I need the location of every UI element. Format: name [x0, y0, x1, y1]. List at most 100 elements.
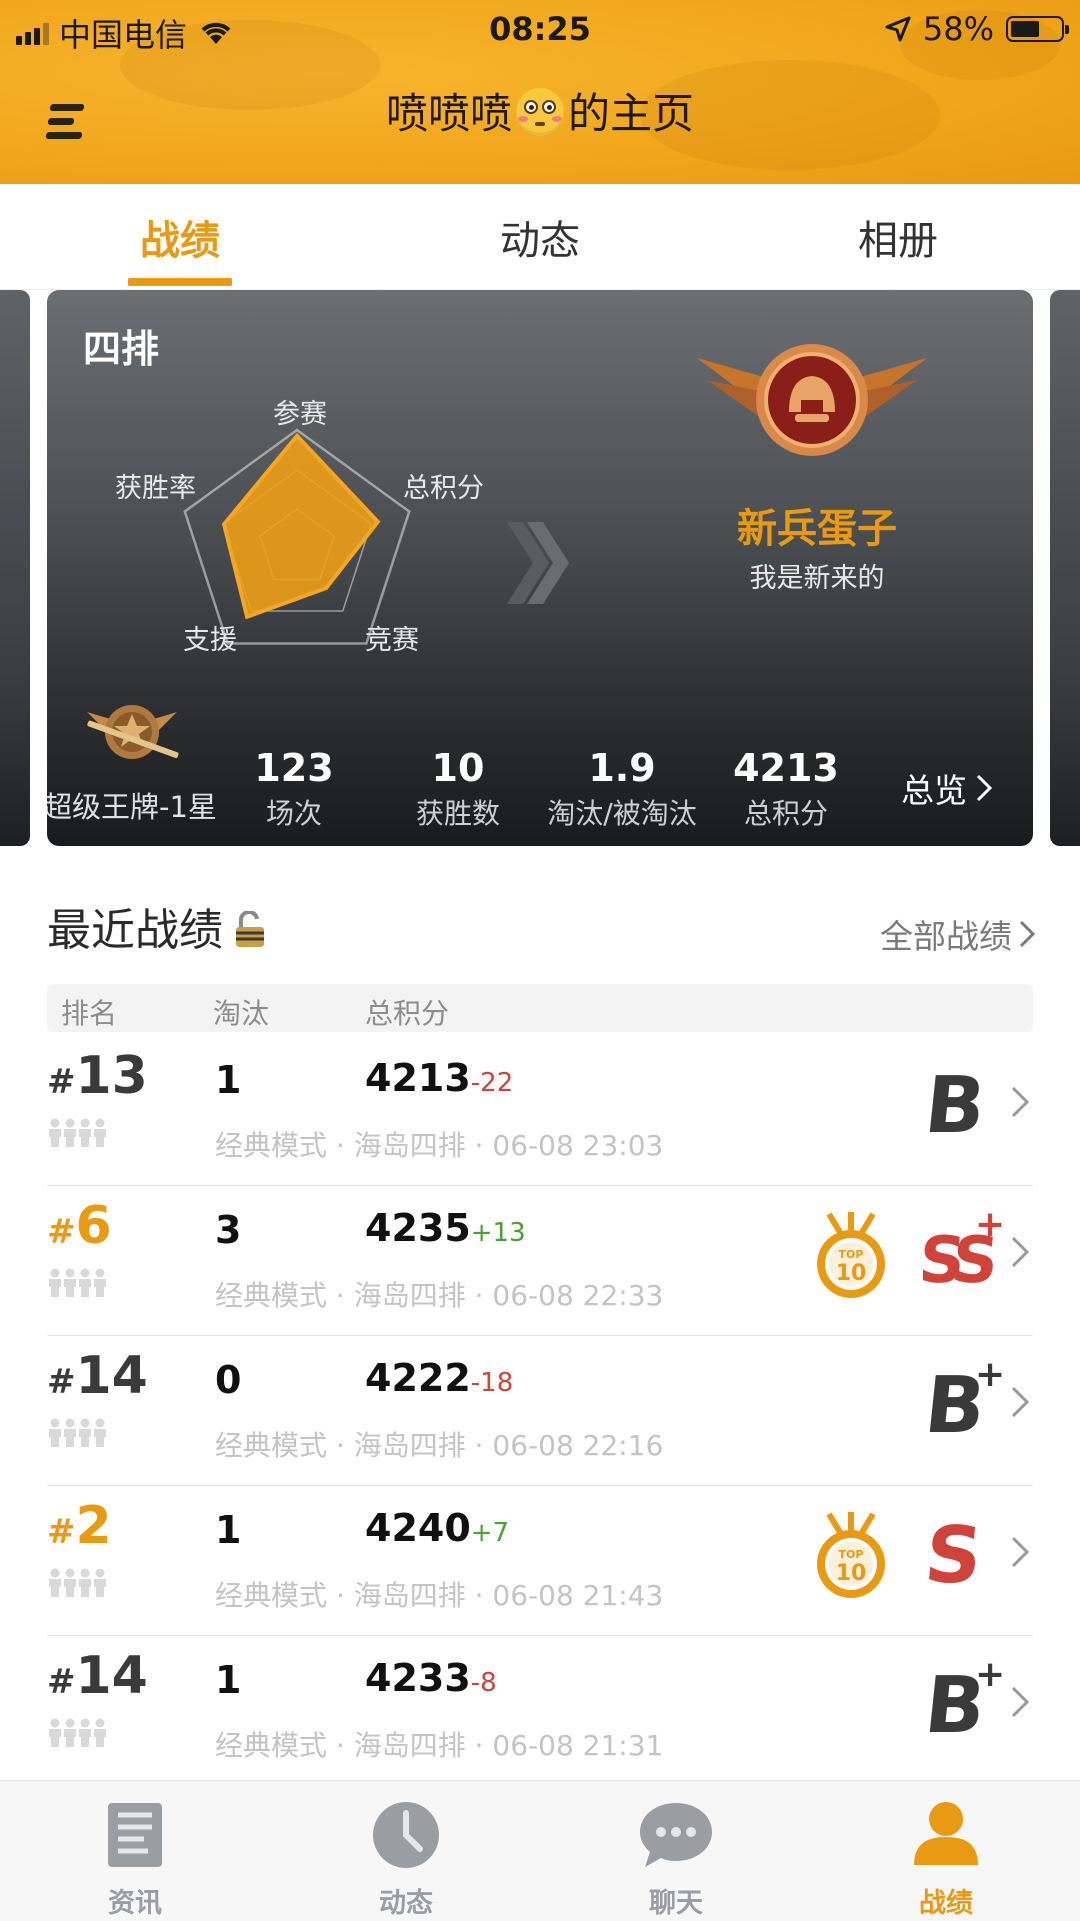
column-kills: 淘汰	[213, 997, 270, 1030]
record-score-value: 4233	[365, 1656, 471, 1700]
carrier-label: 中国电信	[59, 16, 188, 54]
tab-active-indicator	[128, 278, 232, 286]
stat-kd-label: 淘汰/被淘汰	[547, 797, 697, 830]
radar-chart	[183, 428, 411, 645]
header-bar: 中国电信 08:25 58% 喷喷喷 的主页	[0, 0, 1080, 184]
battery-icon	[1006, 16, 1069, 42]
tab-records[interactable]: 战绩	[80, 208, 280, 266]
recent-records-title: 最近战绩	[47, 894, 267, 958]
record-kills: 1	[215, 1658, 242, 1702]
stat-matches: 123 场次	[209, 746, 379, 832]
record-kills: 3	[215, 1208, 242, 1252]
squad-icon	[49, 1568, 106, 1597]
radar-label-right: 总积分	[403, 473, 484, 504]
nav-records-label: 战绩	[919, 1888, 973, 1919]
record-score-value: 4235	[365, 1206, 471, 1250]
tier-label: 超级王牌-1星	[47, 790, 217, 824]
record-row[interactable]: #2 1 4240+7 经典模式 · 海岛四排 · 06-08 21:43 TOP 10 S	[47, 1486, 1033, 1636]
stat-matches-value: 123	[254, 746, 334, 790]
svg-text:10: 10	[836, 1561, 867, 1586]
all-records-link[interactable]: 全部战绩	[880, 910, 1036, 958]
profile-icon	[914, 1802, 978, 1865]
grade-badge-icon: SS+	[923, 1204, 1003, 1292]
next-card-peek[interactable]	[1050, 290, 1080, 846]
tab-activity[interactable]: 动态	[440, 208, 640, 266]
rank-emblem-icon	[697, 344, 927, 456]
grade-badge-icon: B	[923, 1060, 985, 1142]
nav-chat[interactable]: 聊天	[606, 1799, 746, 1920]
record-score-delta: -8	[470, 1668, 497, 1698]
svg-text:+: +	[975, 1204, 1003, 1245]
squad-icon	[49, 1718, 106, 1747]
tab-album[interactable]: 相册	[798, 208, 998, 266]
record-row[interactable]: #13 1 4213-22 经典模式 · 海岛四排 · 06-08 23:03 B	[47, 1036, 1033, 1186]
grade-badge-icon: B+	[923, 1654, 1003, 1742]
stat-kd: 1.9 淘汰/被淘汰	[537, 746, 707, 832]
record-rank-value: 14	[75, 1646, 148, 1706]
nav-activity-label: 动态	[379, 1888, 433, 1919]
stat-wins: 10 获胜数	[373, 746, 543, 832]
stat-total-score-label: 总积分	[743, 797, 828, 830]
rank-name: 新兵蛋子	[737, 506, 897, 552]
record-score-delta: -22	[470, 1068, 514, 1098]
overview-label: 总览	[901, 771, 967, 810]
chevron-right-icon	[1011, 1686, 1030, 1718]
svg-text:B: B	[923, 1060, 985, 1142]
stats-card[interactable]: 四排 参赛 总积分 竞赛 支援 获胜率 新兵蛋子 我是新来的 超级王牌-1星 1…	[47, 290, 1033, 846]
radar-value-polygon	[221, 432, 381, 620]
squad-size	[47, 1268, 109, 1298]
squad-size	[47, 1418, 109, 1448]
column-rank: 排名	[61, 997, 118, 1030]
chevron-right-icon	[976, 774, 993, 802]
grade-badge-icon: B+	[923, 1354, 1003, 1442]
chevron-right-icon	[1019, 920, 1036, 948]
radar-label-bottom-left: 支援	[183, 625, 237, 656]
rank-description: 我是新来的	[749, 563, 885, 594]
record-score: 4222-18	[365, 1356, 513, 1400]
record-rank-value: 13	[75, 1046, 148, 1106]
location-arrow-icon	[885, 16, 911, 42]
record-row[interactable]: #14 0 4222-18 经典模式 · 海岛四排 · 06-08 22:16 B +	[47, 1336, 1033, 1486]
record-score: 4240+7	[365, 1506, 509, 1550]
radar-label-top: 参赛	[273, 399, 327, 430]
record-meta: 经典模式 · 海岛四排 · 06-08 21:43	[215, 1579, 664, 1612]
record-rank: #14	[47, 1646, 148, 1706]
record-meta: 经典模式 · 海岛四排 · 06-08 23:03	[215, 1129, 664, 1162]
nav-chat-label: 聊天	[649, 1888, 703, 1919]
chevron-right-icon	[1011, 1386, 1030, 1418]
stat-wins-label: 获胜数	[415, 797, 500, 830]
squad-size	[47, 1718, 109, 1748]
record-score-delta: -18	[470, 1368, 514, 1398]
svg-text:TOP: TOP	[839, 1248, 864, 1261]
news-icon	[108, 1803, 162, 1867]
record-row[interactable]: #6 3 4235+13 经典模式 · 海岛四排 · 06-08 22:33 TOP 10…	[47, 1186, 1033, 1336]
chevron-right-icon	[1011, 1086, 1030, 1118]
stat-kd-value: 1.9	[588, 746, 656, 790]
tab-bar: 战绩 动态 相册	[0, 184, 1080, 290]
svg-text:10: 10	[836, 1261, 867, 1286]
record-kills: 1	[215, 1058, 242, 1102]
record-score-value: 4213	[365, 1056, 471, 1100]
record-rank-value: 2	[75, 1496, 112, 1556]
prev-card-peek[interactable]	[0, 290, 30, 846]
top10-badge-icon: TOP10	[817, 1212, 885, 1298]
record-row[interactable]: #14 1 4233-8 经典模式 · 海岛四排 · 06-08 21:31 B +	[47, 1636, 1033, 1786]
record-rank: #14	[47, 1346, 148, 1406]
grade-badge-icon: S	[923, 1510, 981, 1592]
record-rank: #2	[47, 1496, 112, 1556]
nav-records[interactable]: 战绩	[876, 1799, 1016, 1920]
top10-badge-icon: TOP10	[817, 1512, 885, 1598]
record-rank-value: 14	[75, 1346, 148, 1406]
clock-icon	[373, 1802, 439, 1868]
overview-link[interactable]: 总览	[901, 764, 993, 812]
record-meta: 经典模式 · 海岛四排 · 06-08 22:16	[215, 1429, 664, 1462]
nav-news[interactable]: 资讯	[65, 1799, 205, 1920]
record-kills: 1	[215, 1508, 242, 1552]
bottom-nav: 资讯 动态 聊天 战绩	[0, 1780, 1080, 1921]
stat-matches-label: 场次	[265, 797, 322, 830]
all-records-label: 全部战绩	[880, 917, 1012, 956]
chat-bubble-icon	[640, 1803, 712, 1867]
squad-icon	[49, 1418, 106, 1447]
unlocked-lock-icon	[236, 911, 264, 947]
nav-activity[interactable]: 动态	[336, 1799, 476, 1920]
